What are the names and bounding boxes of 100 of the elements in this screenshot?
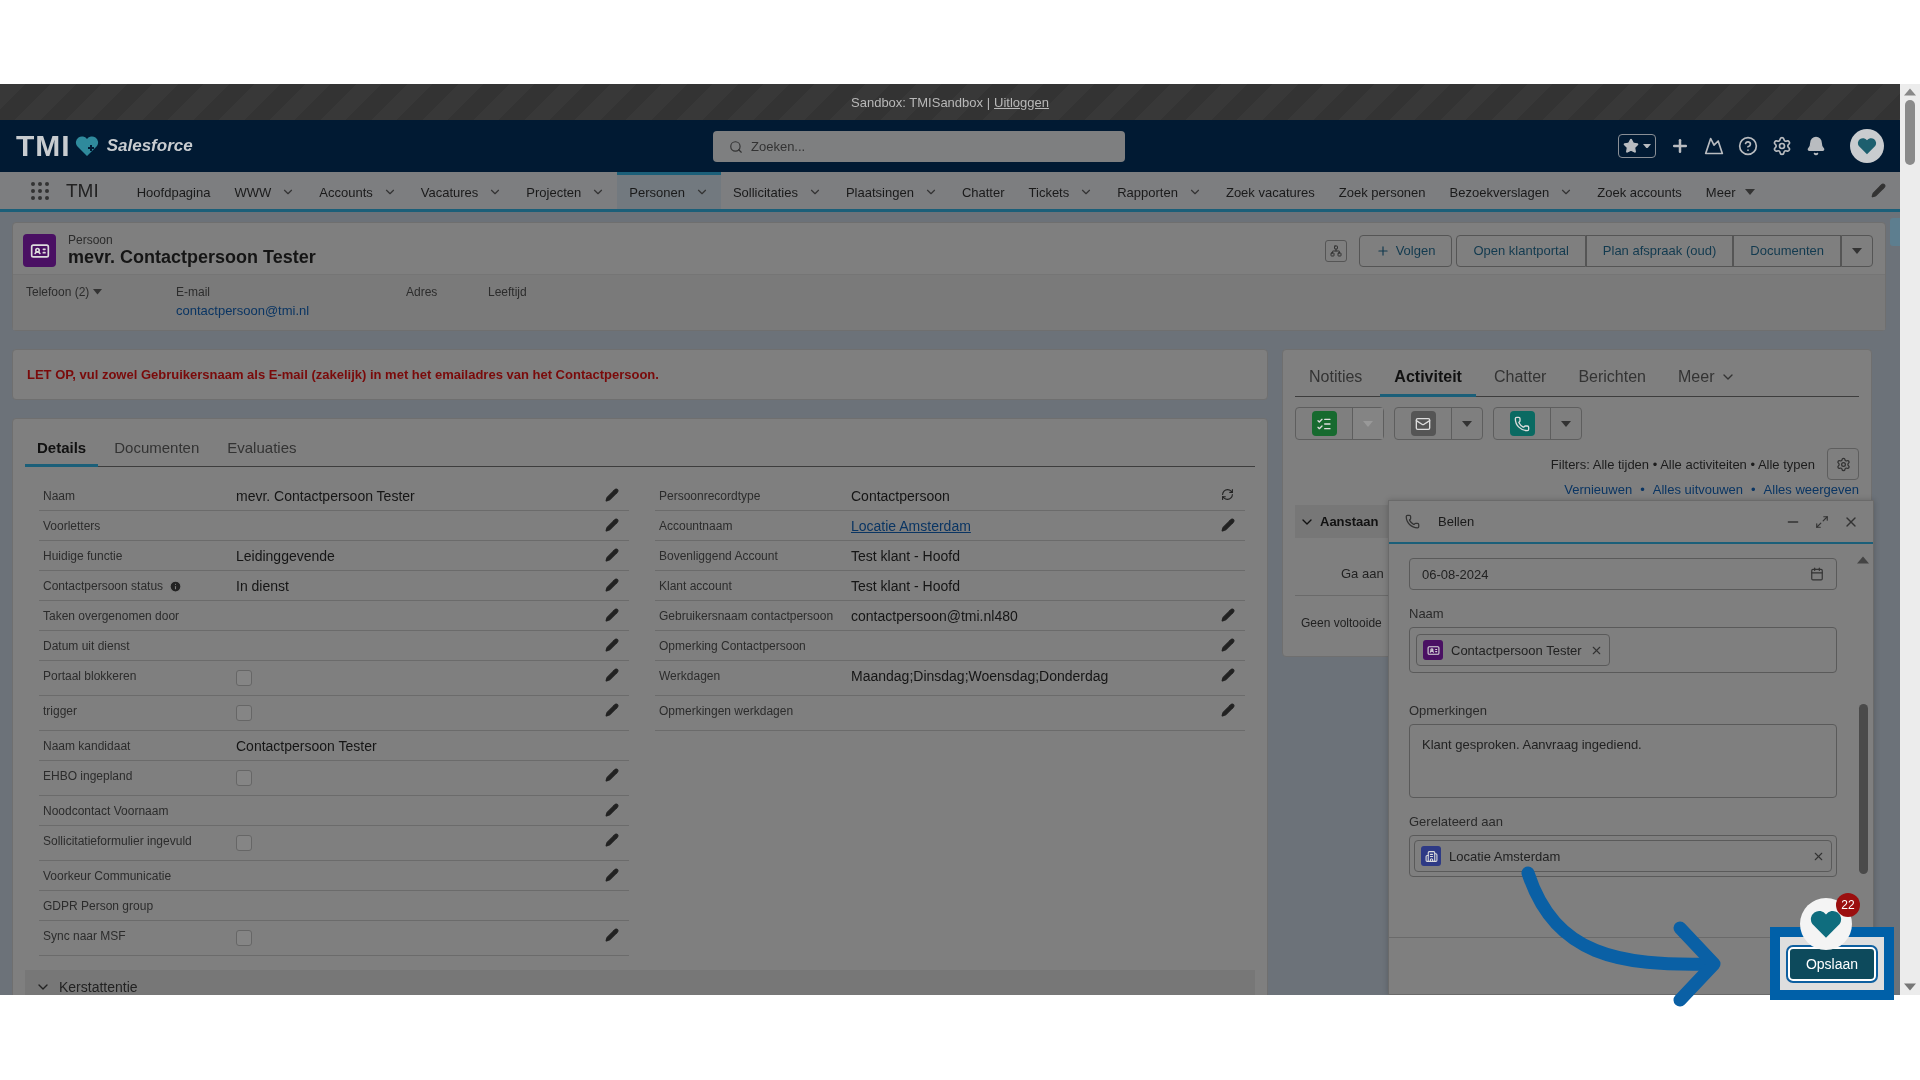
field-label: Taken overgenomen door bbox=[43, 608, 181, 625]
activity-tab[interactable]: Activiteit bbox=[1380, 358, 1476, 397]
edit-icon[interactable] bbox=[1221, 638, 1235, 652]
swap-icon[interactable] bbox=[1221, 488, 1234, 501]
field-value: Test klant - Hoofd bbox=[851, 578, 961, 594]
record-title: mevr. Contactpersoon Tester bbox=[68, 247, 316, 268]
date-field[interactable]: 06-08-2024 bbox=[1409, 558, 1837, 590]
scroll-thumb[interactable] bbox=[1858, 704, 1868, 874]
field-value: Maandag;Dinsdag;Woensdag;Donderdag bbox=[851, 668, 1110, 684]
add-icon[interactable] bbox=[1670, 136, 1690, 156]
settings-icon[interactable] bbox=[1772, 136, 1792, 156]
nav-tab[interactable]: Projecten bbox=[514, 172, 618, 209]
detail-tab[interactable]: Details bbox=[25, 433, 99, 467]
checkbox[interactable] bbox=[236, 930, 252, 946]
nav-tab[interactable]: WWW bbox=[222, 172, 308, 209]
help-icon[interactable] bbox=[1738, 136, 1758, 156]
search-field[interactable]: Zoeken... bbox=[713, 130, 1125, 162]
nav-tab[interactable]: Plaatsingen bbox=[833, 172, 950, 209]
avatar[interactable] bbox=[1850, 129, 1884, 163]
settings-icon bbox=[1835, 456, 1851, 472]
edit-icon[interactable] bbox=[1221, 518, 1235, 532]
edit-icon[interactable] bbox=[605, 638, 619, 652]
notes-field[interactable]: Klant gesproken. Aanvraag ingediend. bbox=[1409, 724, 1837, 798]
edit-icon[interactable] bbox=[1221, 608, 1235, 622]
field-value: Leidinggevende bbox=[236, 548, 336, 564]
edit-icon[interactable] bbox=[605, 928, 619, 942]
section-header[interactable]: Kerstattentie bbox=[25, 970, 1255, 995]
nav-tab[interactable]: Zoek personen bbox=[1326, 172, 1438, 209]
bell-icon[interactable] bbox=[1806, 136, 1826, 156]
caret-icon bbox=[93, 289, 103, 295]
edit-icon[interactable] bbox=[605, 548, 619, 562]
nav-tab[interactable]: Bezoekverslagen bbox=[1437, 172, 1586, 209]
edit-nav-icon[interactable] bbox=[1871, 183, 1886, 198]
edit-icon[interactable] bbox=[1221, 668, 1235, 682]
detail-tab[interactable]: Evaluaties bbox=[215, 433, 309, 467]
name-pill[interactable]: Contactpersoon Tester bbox=[1416, 634, 1610, 666]
edit-icon[interactable] bbox=[605, 803, 619, 817]
nav-tab[interactable]: Meer bbox=[1693, 172, 1768, 209]
phone-dropdown[interactable]: Telefoon (2) bbox=[26, 285, 176, 299]
highlight-label: Adres bbox=[406, 285, 439, 299]
nav-tab[interactable]: Hoofdpagina bbox=[124, 172, 223, 209]
activity-link[interactable]: Alles uitvouwen bbox=[1652, 482, 1744, 497]
nav-tab[interactable]: Chatter bbox=[949, 172, 1017, 209]
favorites-button[interactable] bbox=[1618, 134, 1656, 158]
scroll-up-icon[interactable] bbox=[1857, 556, 1869, 564]
save-button[interactable]: Opslaan bbox=[1788, 946, 1876, 981]
activity-tab[interactable]: Notities bbox=[1295, 358, 1377, 397]
activity-tab[interactable]: Chatter bbox=[1479, 358, 1561, 397]
nav-tab[interactable]: Tickets bbox=[1016, 172, 1106, 209]
checkbox[interactable] bbox=[236, 705, 252, 721]
checkbox[interactable] bbox=[236, 835, 252, 851]
hierarchy-icon bbox=[1329, 244, 1342, 257]
logout-link[interactable]: Uitloggen bbox=[994, 94, 1049, 110]
field-value: mevr. Contactpersoon Tester bbox=[236, 488, 416, 504]
nav-tab[interactable]: Sollicitaties bbox=[720, 172, 834, 209]
edit-icon[interactable] bbox=[605, 668, 619, 682]
activity-tab[interactable]: Berichten bbox=[1564, 358, 1660, 397]
name-field[interactable]: Contactpersoon Tester bbox=[1409, 627, 1837, 673]
checkbox[interactable] bbox=[236, 670, 252, 686]
edit-icon[interactable] bbox=[605, 608, 619, 622]
hierarchy-button[interactable] bbox=[1324, 239, 1347, 262]
edit-icon[interactable] bbox=[605, 703, 619, 717]
scroll-down-icon[interactable] bbox=[1904, 983, 1916, 991]
expand-icon[interactable] bbox=[1815, 514, 1829, 529]
scroll-thumb[interactable] bbox=[1905, 100, 1915, 165]
calendar-icon bbox=[1810, 567, 1824, 581]
star-icon bbox=[1623, 138, 1639, 154]
scroll-up-icon[interactable] bbox=[1904, 88, 1916, 96]
action-button[interactable]: Plan afspraak (oud) bbox=[1585, 234, 1734, 267]
nav-tab[interactable]: Personen bbox=[617, 172, 721, 209]
field-link[interactable]: Locatie Amsterdam bbox=[851, 518, 1221, 534]
edit-icon[interactable] bbox=[605, 768, 619, 782]
upcoming-section[interactable]: Aanstaan bbox=[1295, 505, 1388, 538]
field-label: Opmerking Contactpersoon bbox=[659, 638, 807, 655]
activity-link[interactable]: Vernieuwen bbox=[1564, 482, 1633, 497]
edit-icon[interactable] bbox=[605, 833, 619, 847]
edit-icon[interactable] bbox=[605, 488, 619, 502]
nav-tab[interactable]: Accounts bbox=[307, 172, 409, 209]
edit-icon[interactable] bbox=[605, 518, 619, 532]
action-button[interactable]: Volgen bbox=[1358, 234, 1453, 267]
field-label: Noodcontact Voornaam bbox=[43, 803, 170, 820]
edit-icon[interactable] bbox=[605, 868, 619, 882]
detail-tab[interactable]: Documenten bbox=[102, 433, 212, 467]
edit-icon[interactable] bbox=[1221, 703, 1235, 717]
settings-button[interactable] bbox=[1827, 448, 1859, 480]
caret-icon bbox=[1852, 247, 1862, 254]
edit-icon[interactable] bbox=[605, 578, 619, 592]
nav-tab[interactable]: Vacatures bbox=[408, 172, 515, 209]
action-button[interactable]: Documenten bbox=[1733, 234, 1841, 267]
checkbox[interactable] bbox=[236, 770, 252, 786]
nav-tab[interactable]: Zoek accounts bbox=[1585, 172, 1694, 209]
caret-icon bbox=[1462, 420, 1472, 427]
email-link[interactable]: contactpersoon@tmi.nl bbox=[176, 303, 406, 318]
activity-tab[interactable]: Meer bbox=[1664, 358, 1751, 397]
activity-link[interactable]: Alles weergeven bbox=[1763, 482, 1859, 497]
panel-toggle[interactable] bbox=[1890, 218, 1900, 246]
more-actions-button[interactable] bbox=[1841, 234, 1873, 267]
nav-tab[interactable]: Rapporten bbox=[1105, 172, 1214, 209]
nav-tab[interactable]: Zoek vacatures bbox=[1213, 172, 1327, 209]
action-button[interactable]: Open klantportal bbox=[1456, 234, 1586, 267]
